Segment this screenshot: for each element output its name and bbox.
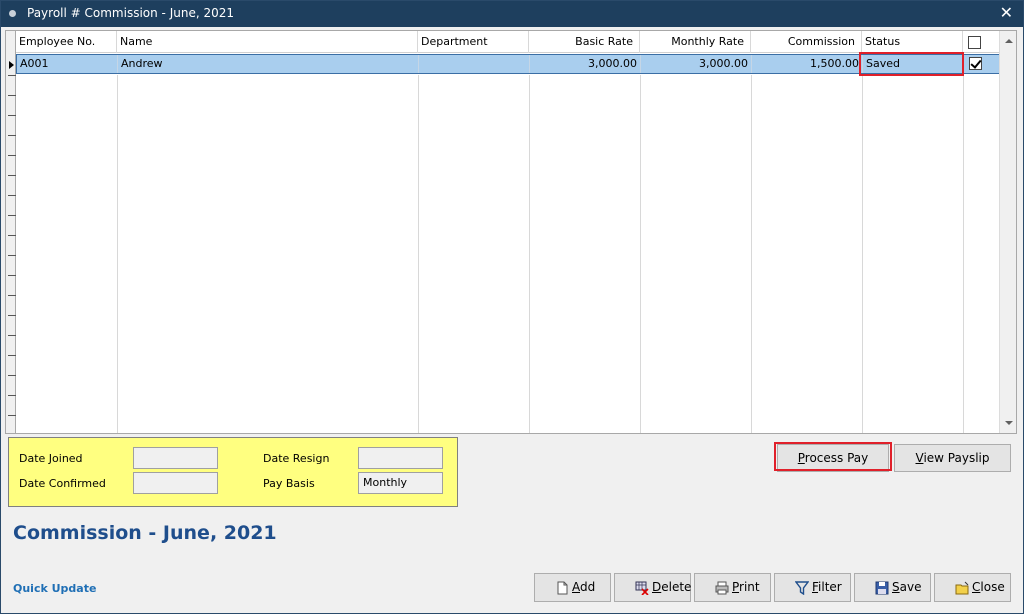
grid-divider [418, 75, 419, 433]
pay-basis-field[interactable]: Monthly [358, 472, 443, 494]
cell-department[interactable] [419, 55, 530, 73]
filter-label: ilter [818, 580, 842, 594]
date-joined-field[interactable] [133, 447, 218, 469]
add-button[interactable]: Add [534, 573, 611, 602]
payroll-commission-window: Payroll # Commission - June, 2021 ✕ Empl… [0, 0, 1024, 614]
delete-label: elete [661, 580, 692, 594]
row-selector-tick [8, 155, 16, 156]
save-accel: S [892, 580, 900, 594]
row-selector-tick [8, 255, 16, 256]
date-confirmed-field[interactable] [133, 472, 218, 494]
floppy-disk-icon [875, 581, 889, 595]
row-selector-tick [8, 415, 16, 416]
view-payslip-button[interactable]: View Payslip [894, 444, 1011, 472]
status-highlight-box [859, 52, 964, 76]
pay-basis-label: Pay Basis [263, 477, 315, 490]
window-title: Payroll # Commission - June, 2021 [27, 6, 234, 20]
grid-divider [963, 75, 964, 433]
filter-funnel-icon [795, 581, 809, 595]
title-bar: Payroll # Commission - June, 2021 ✕ [1, 1, 1023, 27]
row-selector-tick [8, 195, 16, 196]
cell-basic-rate[interactable]: 3,000.00 [530, 55, 641, 73]
row-selector-tick [8, 315, 16, 316]
close-button[interactable]: Close [934, 573, 1011, 602]
print-accel: P [732, 580, 740, 594]
row-selector-tick [8, 375, 16, 376]
folder-close-icon [955, 581, 969, 595]
scroll-down-arrow-icon[interactable] [1005, 421, 1013, 425]
row-selector-tick [8, 115, 16, 116]
printer-icon [715, 581, 729, 595]
row-selector-tick [8, 295, 16, 296]
view-payslip-label: iew Payslip [923, 451, 990, 465]
row-checkbox[interactable] [969, 57, 982, 70]
new-document-icon [557, 581, 568, 595]
cell-monthly-rate[interactable]: 3,000.00 [641, 55, 752, 73]
filter-button[interactable]: Filter [774, 573, 851, 602]
col-header-commission[interactable]: Commission [751, 31, 862, 53]
save-button[interactable]: Save [854, 573, 931, 602]
grid-divider [862, 75, 863, 433]
print-button[interactable]: Print [694, 573, 771, 602]
cell-commission[interactable]: 1,500.00 [752, 55, 863, 73]
grid-header: Employee No. Name Department Basic Rate … [16, 31, 1001, 53]
employee-info-panel: Date Joined Date Confirmed Date Resign P… [8, 437, 458, 507]
row-selector-tick [8, 275, 16, 276]
select-all-checkbox[interactable] [968, 36, 981, 49]
table-row[interactable]: A001 Andrew 3,000.00 3,000.00 1,500.00 S… [16, 54, 1001, 74]
grid-divider [117, 75, 118, 433]
date-joined-label: Date Joined [19, 452, 83, 465]
row-selector-tick [8, 175, 16, 176]
row-selector-tick [8, 215, 16, 216]
delete-accel: D [652, 580, 662, 594]
delete-icon [635, 581, 649, 595]
row-selector-column[interactable] [6, 31, 16, 433]
cell-employee-no[interactable]: A001 [17, 55, 118, 73]
col-header-status[interactable]: Status [862, 31, 963, 53]
app-icon [9, 10, 16, 17]
col-header-department[interactable]: Department [418, 31, 529, 53]
cell-select [964, 55, 1001, 73]
add-accel: A [572, 580, 580, 594]
cell-name[interactable]: Andrew [118, 55, 419, 73]
grid-vertical-scrollbar[interactable] [999, 31, 1016, 433]
grid-divider [529, 75, 530, 433]
row-selector-tick [8, 135, 16, 136]
row-selector-tick [8, 335, 16, 336]
close-label: lose [980, 580, 1005, 594]
process-pay-highlight-box [774, 442, 892, 471]
col-header-basic-rate[interactable]: Basic Rate [529, 31, 640, 53]
grid-divider [751, 75, 752, 433]
row-selector-tick [8, 235, 16, 236]
row-selector-tick [8, 395, 16, 396]
delete-button[interactable]: Delete [614, 573, 691, 602]
quick-update-link[interactable]: Quick Update [13, 582, 96, 595]
add-label: dd [580, 580, 596, 594]
print-label: rint [739, 580, 760, 594]
date-resign-label: Date Resign [263, 452, 330, 465]
grid-divider [640, 75, 641, 433]
scroll-up-arrow-icon[interactable] [1005, 39, 1013, 43]
row-selector-tick [8, 95, 16, 96]
save-label: ave [899, 580, 922, 594]
row-selector-tick [8, 355, 16, 356]
col-header-monthly-rate[interactable]: Monthly Rate [640, 31, 751, 53]
row-selector-tick [8, 75, 16, 76]
page-title: Commission - June, 2021 [13, 522, 277, 544]
col-header-select [963, 31, 1001, 53]
close-window-icon[interactable]: ✕ [1000, 4, 1013, 22]
date-resign-field[interactable] [358, 447, 443, 469]
current-row-pointer-icon [9, 61, 14, 69]
date-confirmed-label: Date Confirmed [19, 477, 106, 490]
employee-grid[interactable]: Employee No. Name Department Basic Rate … [5, 30, 1017, 434]
col-header-employee-no[interactable]: Employee No. [16, 31, 117, 53]
col-header-name[interactable]: Name [117, 31, 418, 53]
